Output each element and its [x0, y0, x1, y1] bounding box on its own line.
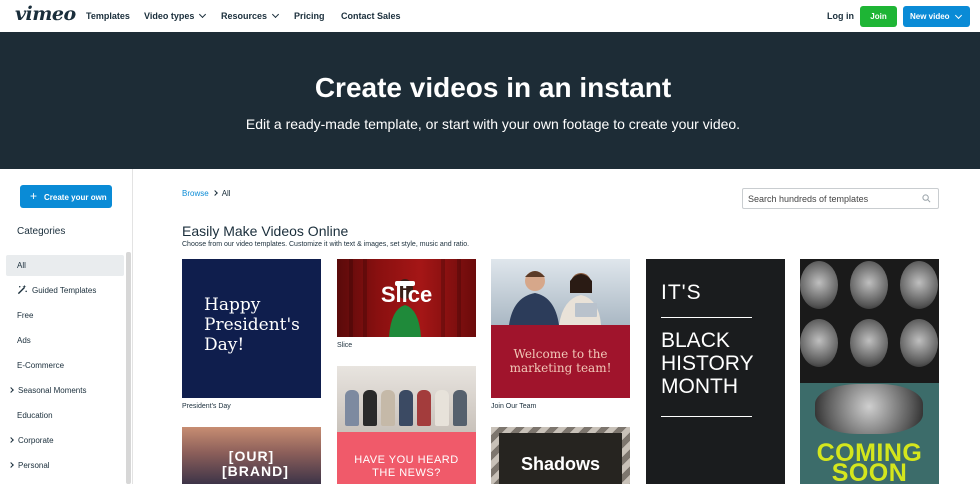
- template-art-text: Slice: [380, 282, 433, 307]
- category-corporate[interactable]: Corporate: [6, 430, 124, 455]
- people-illustration: [509, 271, 601, 325]
- template-art-text: [OUR] [BRAND]: [222, 448, 289, 479]
- category-e-commerce[interactable]: E-Commerce: [6, 355, 124, 380]
- category-list: All Guided Templates Free Ads E-Commerce…: [6, 255, 124, 480]
- template-card-join-our-team[interactable]: Welcome to the marketing team!: [491, 259, 630, 398]
- template-art-text: Happy President's Day!: [204, 295, 300, 355]
- portrait-image: [850, 319, 888, 367]
- category-label: All: [17, 261, 26, 270]
- category-label: Ads: [17, 336, 31, 345]
- nav-templates[interactable]: Templates: [86, 11, 130, 21]
- chevron-right-icon: [211, 190, 218, 196]
- portrait-image: [850, 261, 888, 309]
- category-label: Seasonal Moments: [18, 386, 87, 395]
- category-all[interactable]: All: [6, 255, 124, 276]
- breadcrumb-current: All: [221, 189, 231, 198]
- template-art-text: IT'S: [661, 281, 702, 304]
- person-figure: [363, 390, 377, 426]
- person-figure: [435, 390, 449, 426]
- person-figure: [345, 390, 359, 426]
- search-icon[interactable]: [922, 194, 931, 203]
- join-button[interactable]: Join: [860, 6, 897, 27]
- template-card-our-brand[interactable]: [OUR] [BRAND]: [182, 427, 321, 484]
- nav-video-types[interactable]: Video types: [144, 10, 207, 21]
- hero-title: Create videos in an instant: [314, 72, 672, 103]
- category-label: Guided Templates: [32, 286, 97, 295]
- template-card-coming-soon[interactable]: COMING SOON: [800, 259, 939, 484]
- category-guided-templates[interactable]: Guided Templates: [6, 280, 124, 305]
- chevron-down-icon[interactable]: [954, 11, 963, 20]
- category-personal[interactable]: Personal: [6, 455, 124, 480]
- template-card-presidents-day[interactable]: Happy President's Day!: [182, 259, 321, 398]
- search-box: [742, 188, 939, 209]
- template-card-black-history-month[interactable]: IT'S BLACK HISTORY MONTH: [646, 259, 785, 484]
- page-subtitle: Choose from our video templates. Customi…: [182, 241, 470, 248]
- divider-line: [661, 416, 752, 417]
- hero-banner: Create videos in an instant Edit a ready…: [0, 32, 980, 169]
- login-link[interactable]: Log in: [827, 11, 854, 21]
- template-card-news[interactable]: HAVE YOU HEARD THE NEWS?: [337, 366, 476, 484]
- login-label: Log in: [827, 11, 854, 21]
- nav-contact-sales[interactable]: Contact Sales: [341, 11, 401, 21]
- template-label: President's Day: [182, 403, 231, 410]
- portrait-image: [800, 319, 838, 367]
- template-art-text: BLACK HISTORY MONTH: [661, 329, 754, 398]
- categories-heading: Categories: [17, 226, 66, 237]
- create-your-own-button[interactable]: + Create your own: [20, 185, 112, 208]
- template-label: Slice: [337, 342, 353, 349]
- new-video-label: New video: [910, 12, 950, 21]
- category-label: Personal: [18, 461, 50, 470]
- hero-subtitle: Edit a ready-made template, or start wit…: [245, 116, 741, 132]
- plus-icon: +: [30, 189, 38, 203]
- category-label: E-Commerce: [17, 361, 65, 370]
- new-video-button[interactable]: New video: [903, 6, 970, 27]
- category-education[interactable]: Education: [6, 405, 124, 430]
- sidebar-divider: [132, 169, 133, 484]
- category-seasonal-moments[interactable]: Seasonal Moments: [6, 380, 124, 405]
- category-label: Corporate: [18, 436, 54, 445]
- category-label: Free: [17, 311, 34, 320]
- nav-resources-label: Resources: [221, 11, 268, 21]
- template-card-slice[interactable]: Slice: [337, 259, 476, 337]
- person-figure: [399, 390, 413, 426]
- category-label: Education: [17, 411, 53, 420]
- top-navigation: vimeo Templates Video types Resources Pr…: [0, 0, 980, 32]
- page-title: Easily Make Videos Online: [182, 223, 349, 239]
- template-art-text: COMING SOON: [816, 439, 923, 484]
- vimeo-logo[interactable]: vimeo: [15, 3, 76, 25]
- nav-video-types-label: Video types: [144, 11, 195, 21]
- person-figure: [453, 390, 467, 426]
- template-art-text: Shadows: [520, 454, 600, 474]
- nav-pricing[interactable]: Pricing: [294, 11, 325, 21]
- nav-resources[interactable]: Resources: [221, 10, 280, 21]
- divider-line: [661, 317, 752, 318]
- template-label: Join Our Team: [491, 403, 537, 410]
- chevron-down-icon: [271, 10, 280, 19]
- category-ads[interactable]: Ads: [6, 330, 124, 355]
- sidebar-scrollbar[interactable]: [126, 252, 131, 484]
- search-input[interactable]: [743, 189, 918, 209]
- nav-contact-sales-label: Contact Sales: [341, 11, 401, 21]
- nav-templates-label: Templates: [86, 11, 130, 21]
- magic-wand-icon: [17, 285, 27, 295]
- category-free[interactable]: Free: [6, 305, 124, 330]
- portrait-image: [815, 384, 923, 434]
- chevron-down-icon: [199, 10, 207, 19]
- portrait-image: [900, 319, 938, 367]
- create-your-own-label: Create your own: [44, 193, 107, 202]
- template-art-text: Welcome to the marketing team!: [509, 347, 612, 375]
- person-figure: [381, 390, 395, 426]
- person-figure: [417, 390, 431, 426]
- breadcrumb: Browse All: [182, 189, 231, 198]
- nav-pricing-label: Pricing: [294, 11, 325, 21]
- template-card-shadows[interactable]: Shadows: [491, 427, 630, 484]
- portrait-image: [800, 261, 838, 309]
- breadcrumb-browse-link[interactable]: Browse: [182, 189, 209, 198]
- template-art-text: HAVE YOU HEARD THE NEWS?: [354, 454, 459, 479]
- portrait-image: [900, 261, 938, 309]
